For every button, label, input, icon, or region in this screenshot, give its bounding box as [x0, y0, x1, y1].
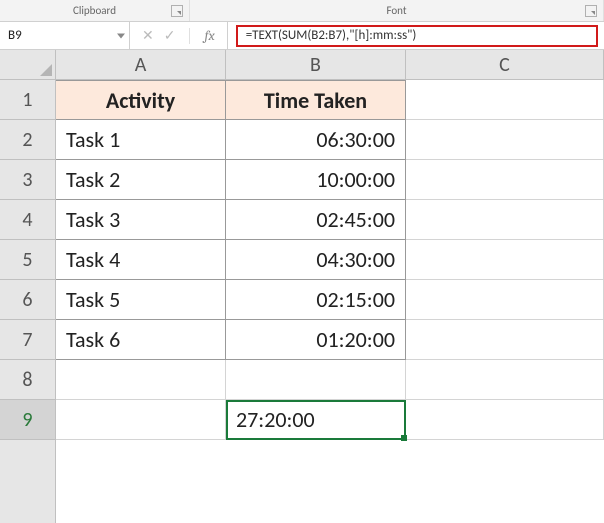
formula-input-wrap: =TEXT(SUM(B2:B7),"[h]:mm:ss"): [228, 22, 604, 49]
cell-a3[interactable]: Task 2: [56, 160, 226, 200]
cell-b9[interactable]: 27:20:00: [226, 400, 406, 440]
formula-confirm-icon[interactable]: ✓: [164, 27, 176, 44]
cell-b8[interactable]: [226, 360, 406, 400]
cell-c9[interactable]: [406, 400, 604, 440]
row-header-9[interactable]: 9: [0, 400, 55, 440]
clipboard-dialog-launcher-icon[interactable]: [171, 5, 183, 17]
cell-b3[interactable]: 10:00:00: [226, 160, 406, 200]
table-row: Task 4 04:30:00: [56, 240, 604, 280]
cell-a6[interactable]: Task 5: [56, 280, 226, 320]
row-headers: 1 2 3 4 5 6 7 8 9: [0, 80, 56, 523]
ribbon-group-clipboard-label: Clipboard: [73, 4, 116, 17]
row-header-1[interactable]: 1: [0, 80, 55, 120]
formula-input[interactable]: =TEXT(SUM(B2:B7),"[h]:mm:ss"): [236, 25, 598, 47]
table-row: [56, 360, 604, 400]
table-row: Task 5 02:15:00: [56, 280, 604, 320]
cell-b1[interactable]: Time Taken: [226, 80, 406, 120]
row-header-6[interactable]: 6: [0, 280, 55, 320]
font-dialog-launcher-icon[interactable]: [585, 5, 597, 17]
table-row: 27:20:00: [56, 400, 604, 440]
name-box[interactable]: B9: [0, 22, 130, 49]
formula-cancel-icon[interactable]: ✕: [142, 27, 154, 44]
cell-a8[interactable]: [56, 360, 226, 400]
table-row: Task 1 06:30:00: [56, 120, 604, 160]
cell-b7[interactable]: 01:20:00: [226, 320, 406, 360]
formula-bar: B9 ✕ ✓ fx =TEXT(SUM(B2:B7),"[h]:mm:ss"): [0, 22, 604, 50]
row-header-2[interactable]: 2: [0, 120, 55, 160]
select-all-corner[interactable]: [0, 50, 56, 80]
cell-b6[interactable]: 02:15:00: [226, 280, 406, 320]
cell-c2[interactable]: [406, 120, 604, 160]
cell-c7[interactable]: [406, 320, 604, 360]
name-box-value: B9: [8, 28, 22, 43]
column-header-b[interactable]: B: [226, 50, 406, 79]
cell-c4[interactable]: [406, 200, 604, 240]
row-header-4[interactable]: 4: [0, 200, 55, 240]
name-box-dropdown-icon[interactable]: [117, 33, 125, 38]
cell-a1[interactable]: Activity: [56, 80, 226, 120]
cell-c5[interactable]: [406, 240, 604, 280]
table-row: Task 6 01:20:00: [56, 320, 604, 360]
column-header-c[interactable]: C: [406, 50, 604, 79]
ribbon-group-clipboard: Clipboard: [0, 0, 190, 21]
cell-a4[interactable]: Task 3: [56, 200, 226, 240]
cell-c3[interactable]: [406, 160, 604, 200]
cell-c8[interactable]: [406, 360, 604, 400]
row-header-5[interactable]: 5: [0, 240, 55, 280]
formula-controls: ✕ ✓ fx: [130, 22, 228, 49]
column-headers: A B C: [56, 50, 604, 80]
cell-a9[interactable]: [56, 400, 226, 440]
formula-text: =TEXT(SUM(B2:B7),"[h]:mm:ss"): [246, 28, 417, 43]
cell-c1[interactable]: [406, 80, 604, 120]
column-header-a[interactable]: A: [56, 50, 226, 79]
spreadsheet-grid[interactable]: A B C 1 2 3 4 5 6 7 8 9 Activity Time Ta…: [0, 50, 604, 523]
ribbon-group-font: Font: [190, 0, 604, 21]
ribbon-group-row: Clipboard Font: [0, 0, 604, 22]
cell-b4[interactable]: 02:45:00: [226, 200, 406, 240]
cell-c6[interactable]: [406, 280, 604, 320]
table-row: Task 2 10:00:00: [56, 160, 604, 200]
cell-a2[interactable]: Task 1: [56, 120, 226, 160]
row-header-7[interactable]: 7: [0, 320, 55, 360]
cell-area: Activity Time Taken Task 1 06:30:00 Task…: [56, 80, 604, 523]
cell-b2[interactable]: 06:30:00: [226, 120, 406, 160]
cell-a7[interactable]: Task 6: [56, 320, 226, 360]
cell-a5[interactable]: Task 4: [56, 240, 226, 280]
row-header-3[interactable]: 3: [0, 160, 55, 200]
cell-b5[interactable]: 04:30:00: [226, 240, 406, 280]
table-row: Task 3 02:45:00: [56, 200, 604, 240]
row-header-8[interactable]: 8: [0, 360, 55, 400]
formula-separator: [189, 28, 190, 44]
ribbon-group-font-label: Font: [386, 4, 406, 17]
table-row: Activity Time Taken: [56, 80, 604, 120]
fx-icon[interactable]: fx: [204, 27, 214, 44]
